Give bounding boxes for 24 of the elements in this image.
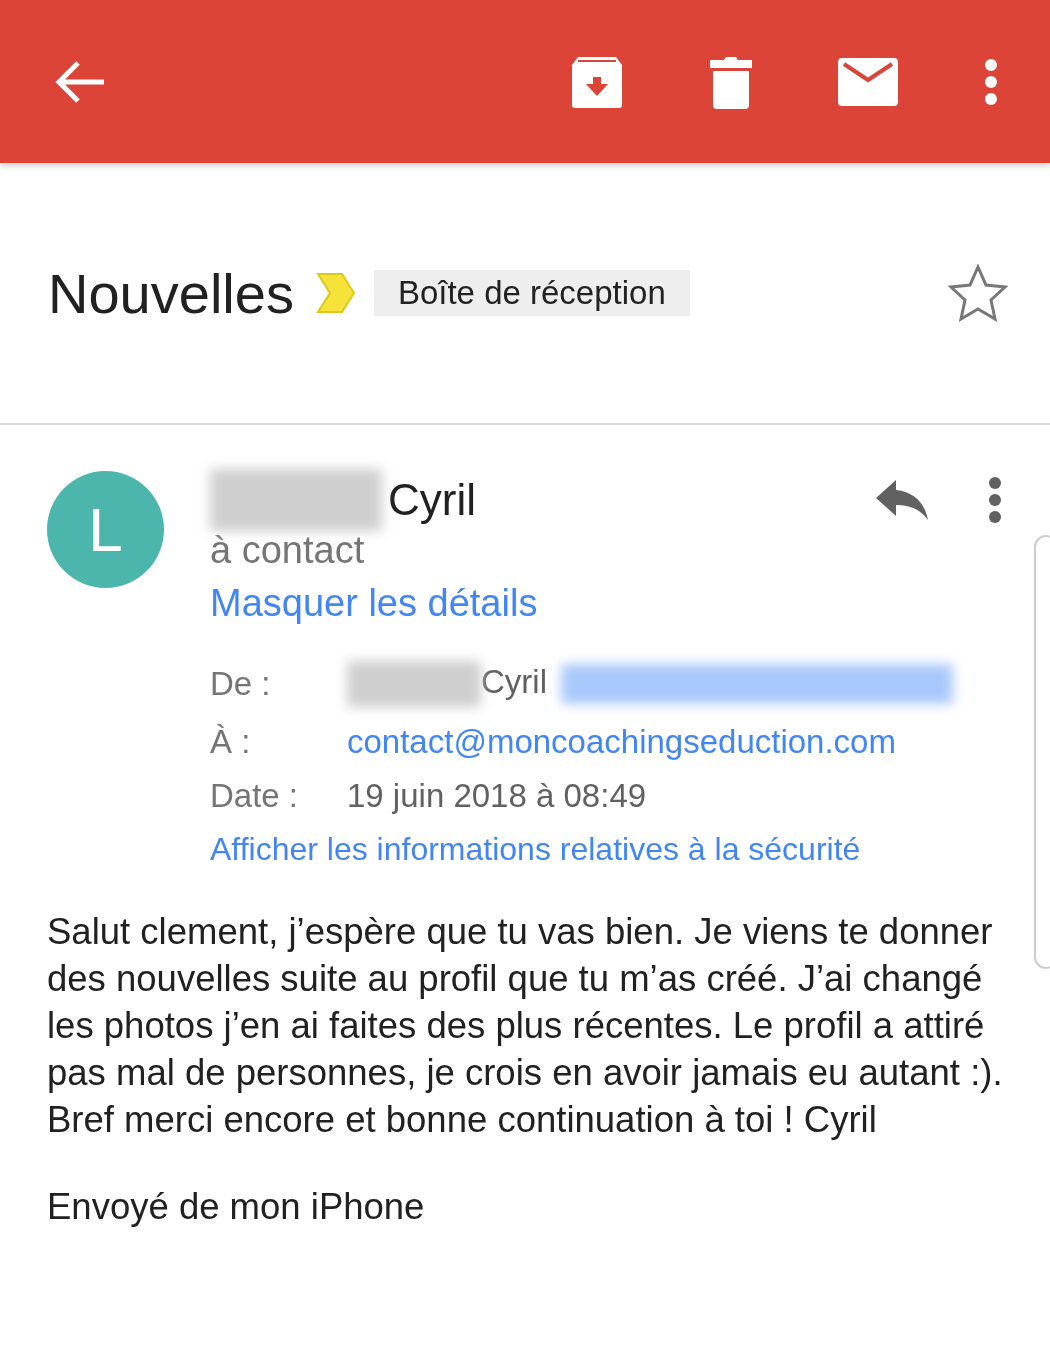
detail-label: Date : <box>210 777 300 815</box>
email-subject: Nouvelles <box>48 260 294 326</box>
detail-value: 19 juin 2018 à 08:49 <box>347 777 647 814</box>
detail-label: À : <box>210 723 252 761</box>
archive-button[interactable] <box>570 54 624 109</box>
star-icon[interactable] <box>948 264 1008 322</box>
recipient-email-link[interactable]: contact@moncoachingseduction.com <box>347 723 896 760</box>
sender-name: Cyril <box>481 662 547 700</box>
delete-button[interactable] <box>710 54 752 109</box>
label-chip[interactable]: Boîte de réception <box>373 270 690 316</box>
security-info-link[interactable]: Afficher les informations relatives à la sécurité <box>210 831 861 868</box>
detail-label: De : <box>210 665 272 703</box>
more-options-button[interactable] <box>988 476 1002 524</box>
hide-details-link[interactable]: Masquer les détails <box>210 582 538 625</box>
recipient-summary: à contact <box>210 529 366 572</box>
more-options-button[interactable] <box>984 57 998 106</box>
reply-button[interactable] <box>874 478 930 522</box>
sender-name: Cyril <box>388 475 476 525</box>
importance-marker-icon[interactable] <box>315 272 356 314</box>
mark-unread-button[interactable] <box>838 57 898 106</box>
message-paragraph: Salut clement, j’espère que tu vas bien. Je viens te donner des nouvelles suite au profil que tu m’as créé. J’ai changé les photos j’en ai faites des plus récentes. Le profil a attiré pas mal de personnes, je crois en avoir jamais eu autant :). Bref merci encore et bonne continuation à toi ! Cyril <box>47 910 1004 1142</box>
sender-avatar: L <box>47 471 164 588</box>
message-paragraph: Envoyé de mon iPhone <box>47 1185 426 1229</box>
back-button[interactable] <box>54 58 106 105</box>
